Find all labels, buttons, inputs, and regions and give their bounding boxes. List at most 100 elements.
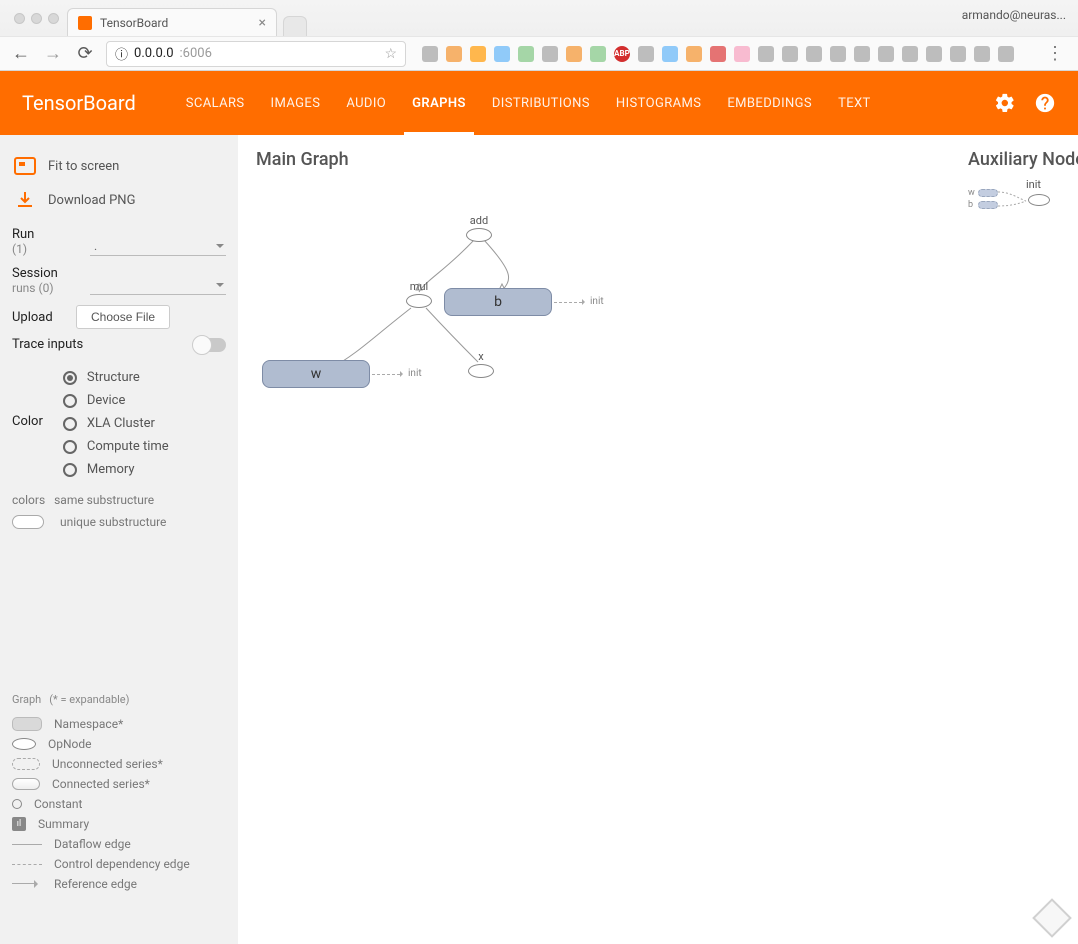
profile-label[interactable]: armando@neuras... bbox=[962, 8, 1066, 22]
node-b[interactable]: b bbox=[444, 288, 552, 316]
aux-init-group[interactable]: w b init bbox=[968, 180, 1078, 220]
color-option-label: Structure bbox=[87, 370, 140, 385]
abp-extension-icon[interactable]: ABP bbox=[614, 46, 630, 62]
new-tab-button[interactable] bbox=[283, 16, 307, 36]
content-area[interactable]: Main Graph add mul b init w bbox=[238, 135, 1078, 944]
node-mul[interactable] bbox=[406, 294, 432, 308]
color-option-compute[interactable]: Compute time bbox=[63, 435, 169, 458]
colors-same: same substructure bbox=[54, 493, 154, 507]
fit-to-screen-button[interactable]: Fit to screen bbox=[12, 149, 226, 183]
url-port: :6006 bbox=[180, 46, 212, 61]
traffic-minimize-icon[interactable] bbox=[31, 13, 42, 24]
series-icon bbox=[12, 758, 40, 770]
extension-icon[interactable] bbox=[758, 46, 774, 62]
tab-close-icon[interactable]: × bbox=[259, 16, 266, 30]
radio-icon bbox=[63, 371, 77, 385]
address-bar[interactable]: ⓘ 0.0.0.0 :6006 ☆ bbox=[106, 41, 406, 67]
extension-icon[interactable] bbox=[422, 46, 438, 62]
extension-icon[interactable] bbox=[950, 46, 966, 62]
download-png-button[interactable]: Download PNG bbox=[12, 183, 226, 217]
extension-icon[interactable] bbox=[566, 46, 582, 62]
node-label-x: x bbox=[478, 350, 483, 363]
extension-icon[interactable] bbox=[782, 46, 798, 62]
node-x[interactable] bbox=[468, 364, 494, 378]
back-button[interactable]: ← bbox=[10, 43, 32, 64]
window-controls[interactable] bbox=[6, 0, 67, 36]
tab-text[interactable]: TEXT bbox=[838, 71, 871, 135]
extension-icon[interactable] bbox=[662, 46, 678, 62]
extension-icon[interactable] bbox=[710, 46, 726, 62]
color-option-memory[interactable]: Memory bbox=[63, 458, 169, 481]
aux-mini-node bbox=[978, 189, 998, 197]
extension-icon[interactable] bbox=[686, 46, 702, 62]
colors-label: colors bbox=[12, 493, 45, 507]
extensions-row: ABP bbox=[422, 46, 1032, 62]
extension-icon[interactable] bbox=[806, 46, 822, 62]
extension-icon[interactable] bbox=[902, 46, 918, 62]
extension-icon[interactable] bbox=[590, 46, 606, 62]
extension-icon[interactable] bbox=[830, 46, 846, 62]
extension-icon[interactable] bbox=[494, 46, 510, 62]
tab-scalars[interactable]: SCALARS bbox=[186, 71, 245, 135]
arrow-icon bbox=[582, 299, 588, 305]
aux-init-node[interactable] bbox=[1028, 194, 1050, 206]
node-add[interactable] bbox=[466, 228, 492, 242]
run-label: Run bbox=[12, 227, 72, 242]
extension-icon[interactable] bbox=[734, 46, 750, 62]
color-option-device[interactable]: Device bbox=[63, 389, 169, 412]
browser-tab[interactable]: TensorBoard × bbox=[67, 8, 277, 36]
traffic-zoom-icon[interactable] bbox=[48, 13, 59, 24]
tab-images[interactable]: IMAGES bbox=[271, 71, 321, 135]
upload-label: Upload bbox=[12, 310, 72, 325]
tab-distributions[interactable]: DISTRIBUTIONS bbox=[492, 71, 590, 135]
fit-label: Fit to screen bbox=[48, 159, 119, 174]
extension-icon[interactable] bbox=[926, 46, 942, 62]
extension-icon[interactable] bbox=[638, 46, 654, 62]
bookmark-star-icon[interactable]: ☆ bbox=[384, 46, 397, 62]
extension-icon[interactable] bbox=[974, 46, 990, 62]
node-w[interactable]: w bbox=[262, 360, 370, 388]
extension-icon[interactable] bbox=[878, 46, 894, 62]
forward-button: → bbox=[42, 43, 64, 64]
extension-icon[interactable] bbox=[518, 46, 534, 62]
graph-header: Graph bbox=[12, 693, 41, 706]
extension-icon[interactable] bbox=[998, 46, 1014, 62]
aux-b-label: b bbox=[968, 200, 976, 210]
help-icon[interactable] bbox=[1034, 92, 1056, 114]
header-actions bbox=[994, 92, 1056, 114]
radio-icon bbox=[63, 440, 77, 454]
browser-menu-icon[interactable]: ⋮ bbox=[1042, 43, 1068, 64]
aux-mini-node bbox=[978, 201, 998, 209]
browser-chrome: TensorBoard × armando@neuras... ← → ⟳ ⓘ … bbox=[0, 0, 1078, 71]
extension-icon[interactable] bbox=[446, 46, 462, 62]
extension-icon[interactable] bbox=[854, 46, 870, 62]
extension-icon[interactable] bbox=[542, 46, 558, 62]
session-select[interactable] bbox=[90, 279, 226, 295]
tab-graphs[interactable]: GRAPHS bbox=[412, 71, 466, 135]
trace-inputs-toggle[interactable] bbox=[194, 338, 226, 352]
tab-audio[interactable]: AUDIO bbox=[346, 71, 386, 135]
extension-icon[interactable] bbox=[470, 46, 486, 62]
color-option-structure[interactable]: Structure bbox=[63, 366, 169, 389]
gear-icon[interactable] bbox=[994, 92, 1016, 114]
nav-tabs: SCALARS IMAGES AUDIO GRAPHS DISTRIBUTION… bbox=[186, 71, 871, 135]
color-radio-group: Structure Device XLA Cluster Compute tim… bbox=[63, 366, 169, 481]
color-option-xla[interactable]: XLA Cluster bbox=[63, 412, 169, 435]
choose-file-button[interactable]: Choose File bbox=[76, 305, 170, 329]
colors-unique: unique substructure bbox=[60, 515, 166, 529]
app-header: TensorBoard SCALARS IMAGES AUDIO GRAPHS … bbox=[0, 71, 1078, 135]
arrow-icon bbox=[400, 371, 406, 377]
graph-hint: (* = expandable) bbox=[49, 693, 129, 706]
traffic-close-icon[interactable] bbox=[14, 13, 25, 24]
tab-embeddings[interactable]: EMBEDDINGS bbox=[727, 71, 812, 135]
color-option-label: XLA Cluster bbox=[87, 416, 155, 431]
url-host: 0.0.0.0 bbox=[134, 46, 174, 61]
reload-button[interactable]: ⟳ bbox=[74, 43, 96, 64]
main-graph-canvas[interactable]: add mul b init w init x bbox=[256, 180, 1060, 420]
trace-label: Trace inputs bbox=[12, 337, 190, 352]
minimap-toggle-icon[interactable] bbox=[1032, 898, 1072, 938]
tab-histograms[interactable]: HISTOGRAMS bbox=[616, 71, 701, 135]
aux-edges bbox=[996, 188, 1030, 214]
run-select[interactable]: . bbox=[90, 240, 226, 256]
info-icon[interactable]: ⓘ bbox=[115, 44, 128, 63]
